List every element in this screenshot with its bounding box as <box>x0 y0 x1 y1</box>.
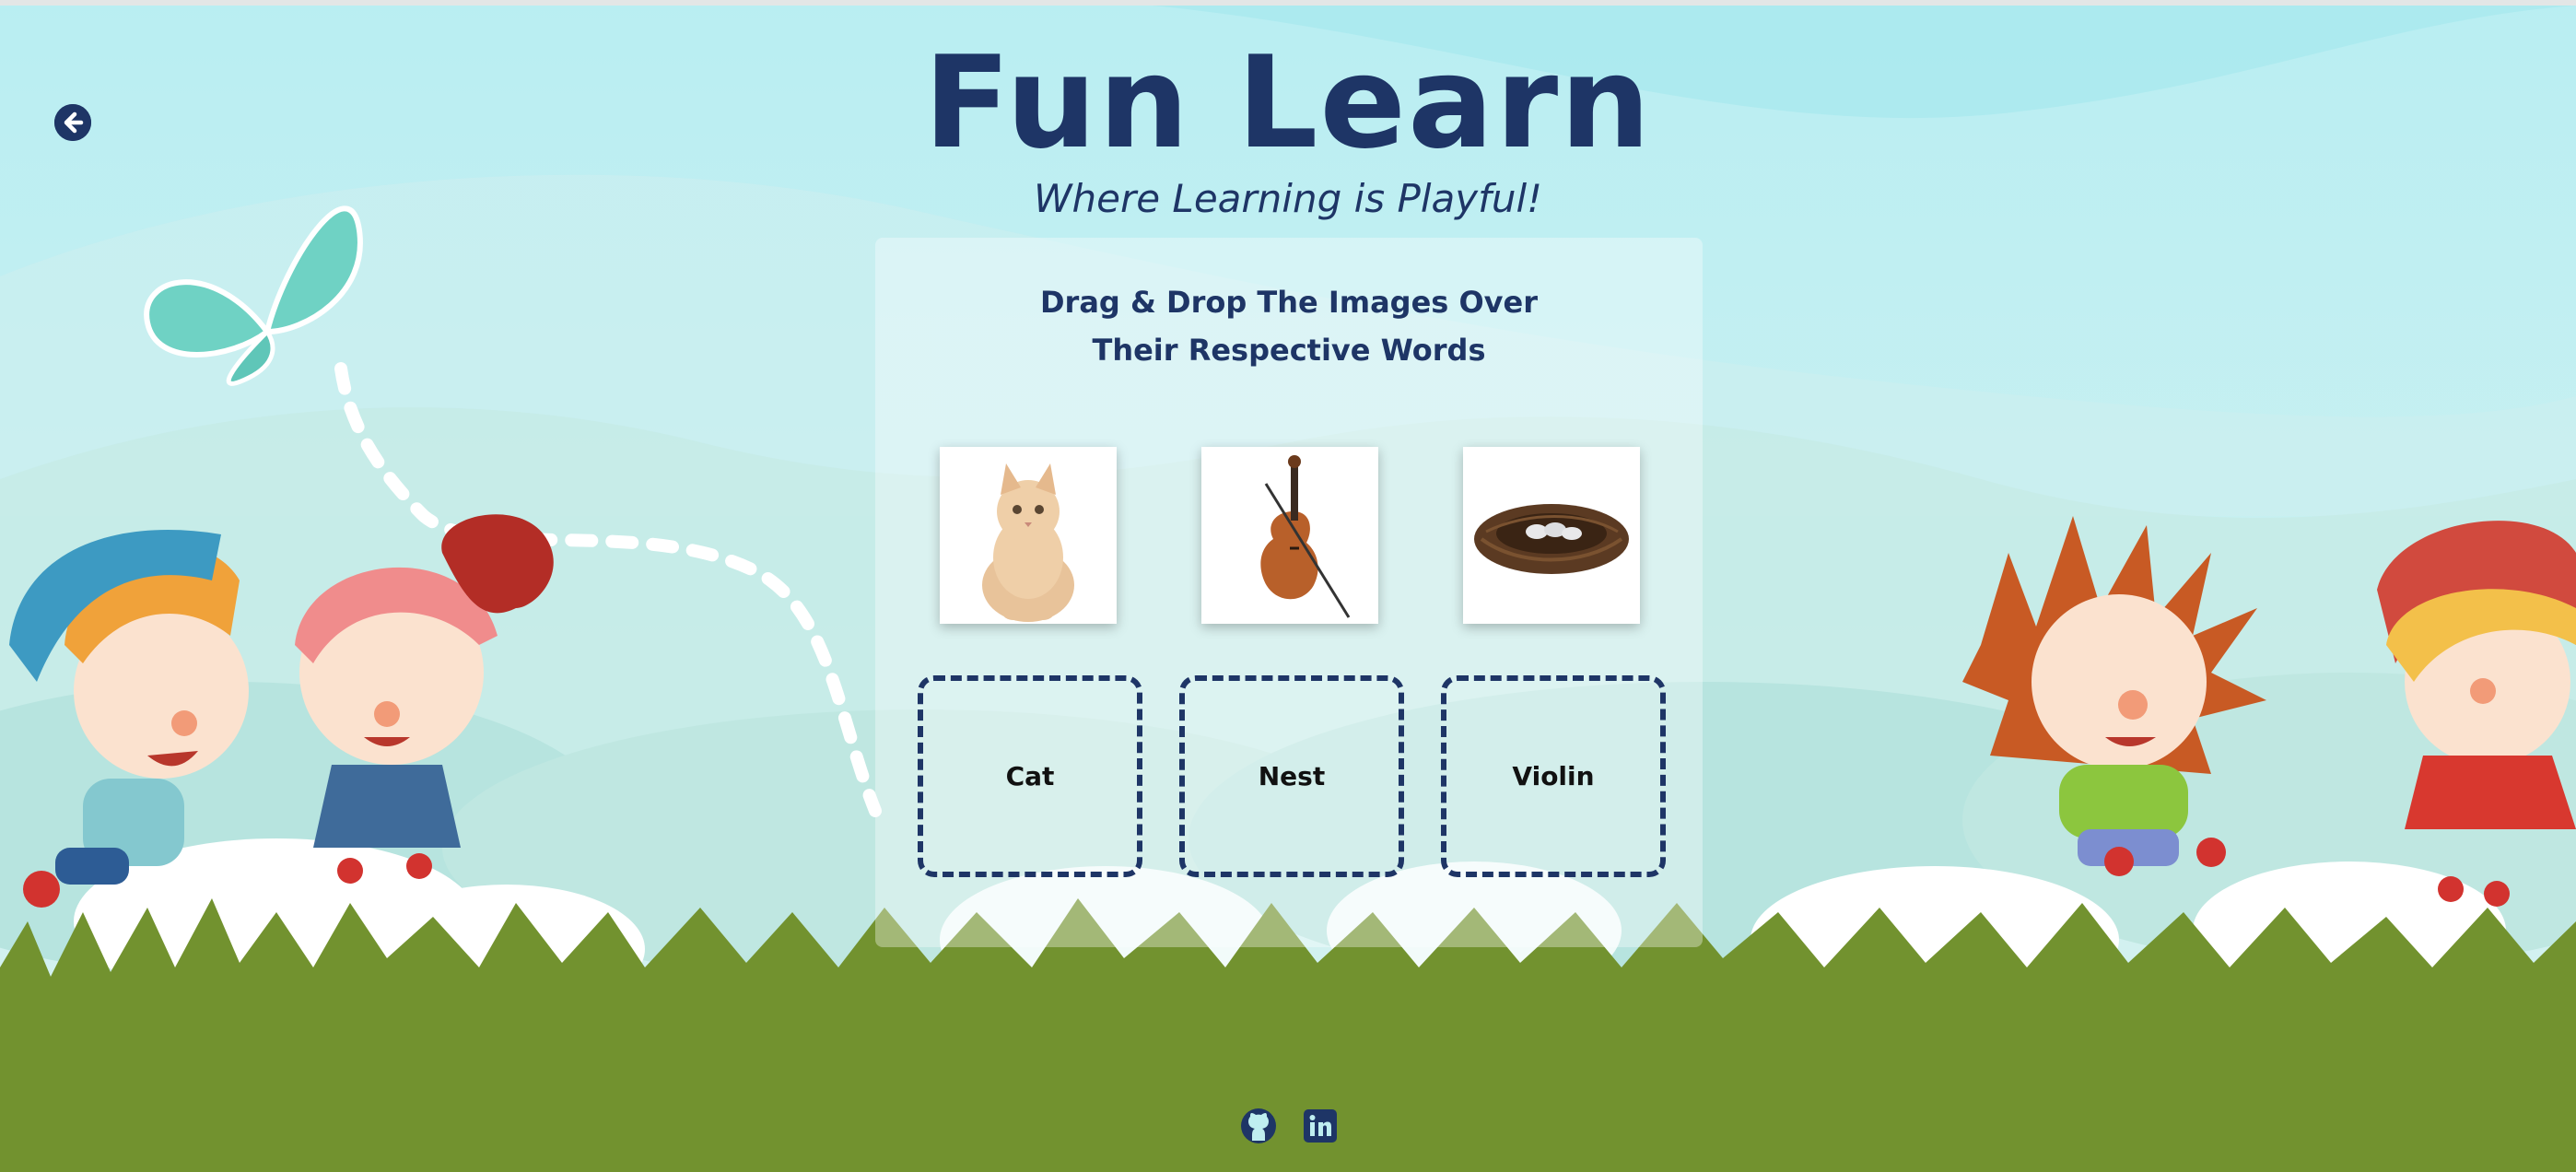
instructions-text: Drag & Drop The Images Over Their Respec… <box>875 278 1703 374</box>
linkedin-icon <box>1304 1109 1337 1143</box>
violin-image <box>1201 447 1378 624</box>
nest-image <box>1463 447 1640 624</box>
draggable-nest-image[interactable] <box>1463 447 1640 624</box>
drop-target-cat[interactable]: Cat <box>918 675 1142 877</box>
github-link[interactable] <box>1240 1108 1277 1144</box>
instructions-line-2: Their Respective Words <box>1092 333 1486 368</box>
draggable-violin-image[interactable] <box>1201 447 1378 624</box>
drop-target-label: Violin <box>1512 761 1595 791</box>
github-icon <box>1241 1108 1276 1143</box>
drop-target-violin[interactable]: Violin <box>1441 675 1666 877</box>
cat-image <box>940 447 1117 624</box>
instructions-line-1: Drag & Drop The Images Over <box>1039 285 1539 320</box>
drop-target-label: Cat <box>1005 761 1055 791</box>
draggable-cat-image[interactable] <box>940 447 1117 624</box>
drop-target-label: Nest <box>1258 761 1326 791</box>
drop-target-nest[interactable]: Nest <box>1179 675 1404 877</box>
game-panel: Drag & Drop The Images Over Their Respec… <box>875 238 1703 947</box>
linkedin-link[interactable] <box>1302 1108 1339 1144</box>
top-border <box>0 0 2576 6</box>
page-title: Fun Learn <box>923 29 1653 177</box>
page-subtitle: Where Learning is Playful! <box>1033 176 1542 221</box>
